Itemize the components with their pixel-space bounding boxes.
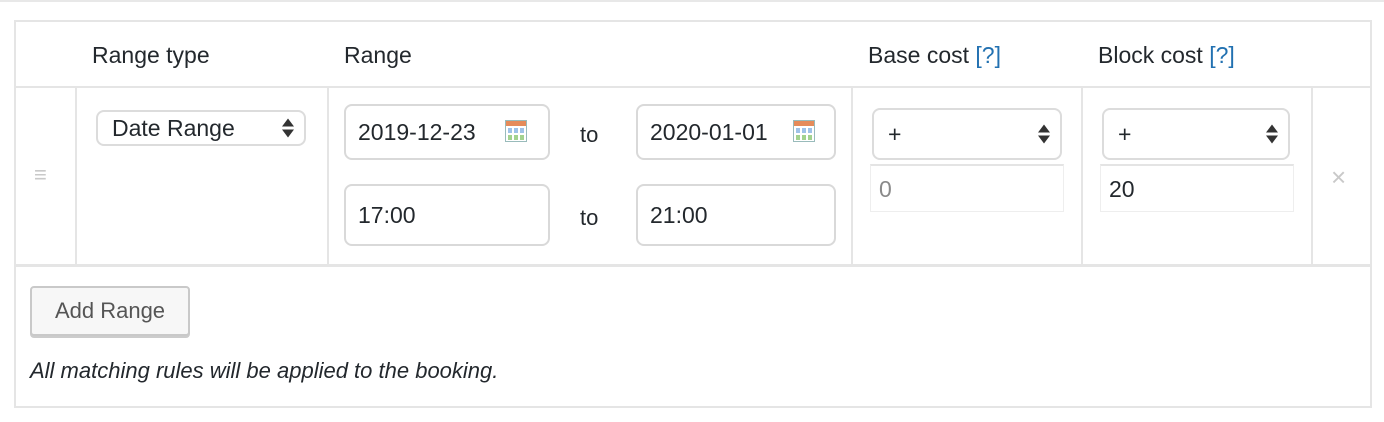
range-type-select[interactable]: Date Range bbox=[96, 110, 306, 146]
column-divider bbox=[1081, 88, 1083, 264]
time-to-input[interactable]: 21:00 bbox=[636, 184, 836, 246]
select-arrows-icon bbox=[282, 118, 294, 138]
block-cost-modifier-value: + bbox=[1118, 120, 1132, 147]
time-from-input[interactable]: 17:00 bbox=[344, 184, 550, 246]
header-block-cost-label: Block cost bbox=[1098, 42, 1203, 68]
row-divider bbox=[16, 264, 1370, 267]
matching-rules-note: All matching rules will be applied to th… bbox=[30, 358, 499, 383]
header-base-cost-label: Base cost bbox=[868, 42, 969, 68]
drag-handle-icon[interactable]: ≡ bbox=[34, 162, 47, 188]
header-base-cost: Base cost [?] bbox=[868, 42, 1001, 69]
header-range: Range bbox=[344, 42, 412, 68]
column-divider bbox=[327, 88, 329, 264]
time-from-value: 17:00 bbox=[358, 201, 416, 228]
block-cost-help-link[interactable]: [?] bbox=[1209, 42, 1235, 68]
pricing-ranges-panel: Range type Range Base cost [?] Block cos… bbox=[14, 20, 1372, 408]
column-divider bbox=[851, 88, 853, 264]
remove-row-icon[interactable]: × bbox=[1331, 162, 1346, 193]
top-divider bbox=[0, 0, 1384, 2]
add-range-button[interactable]: Add Range bbox=[30, 286, 190, 336]
date-to-value: 2020-01-01 bbox=[650, 118, 768, 145]
calendar-icon[interactable] bbox=[793, 120, 815, 142]
time-to-value: 21:00 bbox=[650, 201, 708, 228]
base-cost-modifier-select[interactable]: + bbox=[872, 108, 1062, 160]
to-label: to bbox=[580, 205, 599, 230]
range-type-value: Date Range bbox=[112, 114, 235, 141]
block-cost-input[interactable]: 20 bbox=[1100, 164, 1294, 212]
base-cost-help-link[interactable]: [?] bbox=[975, 42, 1001, 68]
base-cost-value: 0 bbox=[879, 176, 892, 202]
calendar-icon[interactable] bbox=[505, 120, 527, 142]
header-range-type: Range type bbox=[92, 42, 210, 68]
column-divider bbox=[75, 88, 77, 264]
select-arrows-icon bbox=[1038, 124, 1050, 144]
date-from-value: 2019-12-23 bbox=[358, 118, 476, 145]
block-cost-value: 20 bbox=[1109, 176, 1135, 202]
base-cost-input[interactable]: 0 bbox=[870, 164, 1064, 212]
header-divider bbox=[16, 86, 1370, 88]
column-divider bbox=[1311, 88, 1313, 264]
to-label: to bbox=[580, 122, 599, 147]
block-cost-modifier-select[interactable]: + bbox=[1102, 108, 1290, 160]
base-cost-modifier-value: + bbox=[888, 120, 902, 147]
header-block-cost: Block cost [?] bbox=[1098, 42, 1235, 69]
select-arrows-icon bbox=[1266, 124, 1278, 144]
